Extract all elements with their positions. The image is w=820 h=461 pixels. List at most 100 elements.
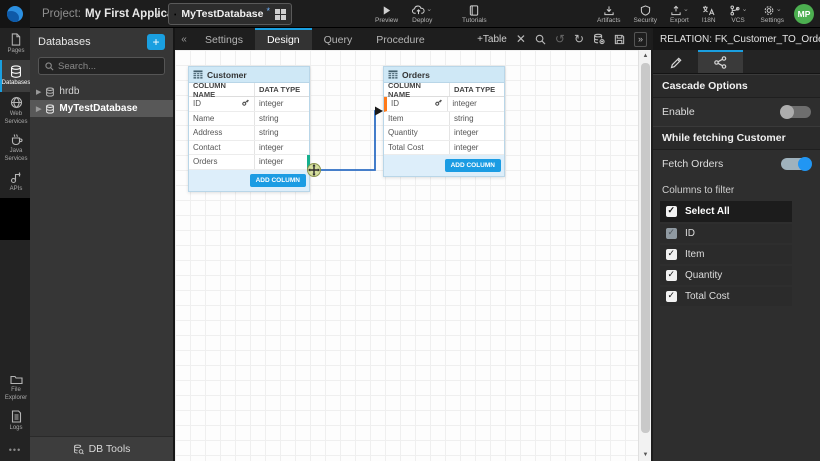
tab-relation-settings[interactable] bbox=[698, 50, 743, 73]
table-row[interactable]: Quantity integer bbox=[384, 126, 504, 141]
scrollbar-thumb[interactable] bbox=[641, 63, 650, 433]
table-row-relation-target[interactable]: ID integer bbox=[384, 97, 504, 112]
table-row[interactable]: Total Cost integer bbox=[384, 141, 504, 156]
tab-settings[interactable]: Settings bbox=[193, 28, 255, 50]
tree-item-mytestdatabase[interactable]: ▶ MyTestDatabase bbox=[30, 100, 173, 117]
sidebar-item-logs[interactable]: Logs bbox=[0, 405, 30, 437]
sidebar-item-java-services[interactable]: Java Services bbox=[0, 129, 30, 166]
sidebar-item-file-explorer[interactable]: File Explorer bbox=[0, 370, 30, 405]
deploy-button[interactable]: ⌄ Deploy bbox=[412, 0, 432, 28]
table-title: Orders bbox=[402, 70, 430, 80]
security-button[interactable]: Security bbox=[634, 0, 657, 28]
checkbox-checked-icon[interactable] bbox=[666, 291, 677, 302]
db-tools-button[interactable]: DB Tools bbox=[30, 436, 173, 461]
table-row[interactable]: Name string bbox=[189, 112, 309, 127]
export-button[interactable]: ⌄ Export bbox=[670, 0, 689, 28]
database-icon bbox=[45, 87, 55, 97]
sidebar-item-apis[interactable]: APIs bbox=[0, 166, 30, 198]
download-tray-icon bbox=[603, 5, 615, 16]
sidebar-item-pages[interactable]: Pages bbox=[0, 28, 30, 60]
checkbox-row-quantity[interactable]: Quantity bbox=[660, 266, 792, 285]
tab-procedure[interactable]: Procedure bbox=[364, 28, 436, 50]
top-bar: Project: My First Application › MyTestDa… bbox=[0, 0, 820, 28]
artifacts-button[interactable]: Artifacts bbox=[597, 0, 620, 28]
db-sync-icon[interactable] bbox=[593, 33, 605, 45]
globe-icon bbox=[10, 96, 23, 109]
add-table-button[interactable]: +Table bbox=[477, 34, 507, 45]
relation-share-icon bbox=[714, 56, 727, 69]
scroll-down-icon[interactable]: ▼ bbox=[639, 449, 651, 461]
table-icon bbox=[388, 70, 398, 79]
caret-down-icon: ⌄ bbox=[776, 5, 782, 13]
app-logo-button[interactable] bbox=[0, 0, 30, 28]
table-row-relation-source[interactable]: Orders integer bbox=[189, 155, 309, 170]
user-avatar[interactable]: MP bbox=[794, 4, 814, 24]
database-search[interactable] bbox=[38, 57, 165, 75]
add-column-button[interactable]: ADD COLUMN bbox=[250, 174, 306, 187]
sidebar-more-button[interactable]: ••• bbox=[0, 437, 30, 461]
sidebar-spacer bbox=[0, 198, 30, 240]
undo-icon[interactable]: ↺ bbox=[555, 33, 565, 45]
tutorials-button[interactable]: Tutorials bbox=[462, 0, 487, 28]
enable-toggle[interactable] bbox=[781, 106, 811, 118]
caret-down-icon: ⌄ bbox=[742, 5, 748, 13]
database-tab-label: MyTestDatabase bbox=[181, 8, 263, 20]
close-icon[interactable]: ✕ bbox=[516, 33, 526, 45]
table-row[interactable]: ID integer bbox=[189, 97, 309, 112]
checkbox-checked-icon[interactable] bbox=[666, 270, 677, 281]
checkbox-checked-icon[interactable] bbox=[666, 206, 677, 217]
tree-caret-icon[interactable]: ▶ bbox=[36, 105, 41, 113]
tree-caret-icon[interactable]: ▶ bbox=[36, 88, 41, 96]
checkbox-row-total-cost[interactable]: Total Cost bbox=[660, 287, 792, 306]
sidebar-item-web-services[interactable]: Web Services bbox=[0, 92, 30, 129]
i18n-button[interactable]: I18N bbox=[702, 0, 716, 28]
relation-panel-title: RELATION: FK_Customer_TO_Orders_O... bbox=[653, 28, 820, 50]
search-input[interactable] bbox=[58, 61, 158, 72]
cascade-options-header: Cascade Options bbox=[653, 74, 820, 98]
tab-query[interactable]: Query bbox=[312, 28, 365, 50]
table-column-headers: COLUMN NAME DATA TYPE bbox=[384, 83, 504, 97]
checkbox-row-item[interactable]: Item bbox=[660, 245, 792, 264]
preview-button[interactable]: Preview bbox=[375, 0, 398, 28]
table-row[interactable]: Item string bbox=[384, 112, 504, 127]
table-customer[interactable]: Customer COLUMN NAME DATA TYPE ID intege… bbox=[188, 66, 310, 192]
api-connector-icon bbox=[10, 171, 22, 184]
canvas-vertical-scrollbar[interactable]: ▲ ▼ bbox=[638, 50, 651, 461]
vcs-button[interactable]: ⌄ VCS bbox=[729, 0, 748, 28]
expand-panel-icon[interactable]: » bbox=[634, 32, 647, 47]
settings-button[interactable]: ⌄ Settings bbox=[761, 0, 785, 28]
design-toolbar: « Settings Design Query Procedure +Table… bbox=[175, 28, 651, 50]
tree-item-hrdb[interactable]: ▶ hrdb bbox=[30, 83, 173, 100]
scroll-up-icon[interactable]: ▲ bbox=[639, 50, 651, 62]
data-type-header: DATA TYPE bbox=[450, 83, 504, 96]
search-icon bbox=[45, 62, 54, 71]
redo-icon[interactable]: ↻ bbox=[574, 33, 584, 45]
zoom-search-icon[interactable] bbox=[535, 34, 546, 45]
add-column-button[interactable]: ADD COLUMN bbox=[445, 159, 501, 172]
enable-label: Enable bbox=[662, 106, 695, 118]
tab-switcher-icon[interactable] bbox=[275, 9, 286, 20]
gear-icon bbox=[763, 5, 775, 16]
fetch-orders-toggle[interactable] bbox=[781, 158, 811, 170]
table-orders[interactable]: Orders COLUMN NAME DATA TYPE ID integer … bbox=[383, 66, 505, 177]
book-icon bbox=[469, 5, 479, 16]
collapse-panel-icon[interactable]: « bbox=[175, 28, 193, 50]
table-title: Customer bbox=[207, 70, 247, 80]
schema-design-canvas[interactable]: Customer COLUMN NAME DATA TYPE ID intege… bbox=[175, 50, 651, 461]
tab-design[interactable]: Design bbox=[255, 28, 312, 50]
databases-panel: Databases + ▶ hrdb ▶ MyTestDatabase DB T… bbox=[30, 28, 175, 461]
play-icon bbox=[381, 5, 392, 16]
translate-icon bbox=[702, 5, 715, 16]
tab-edit-relation[interactable] bbox=[653, 50, 698, 73]
save-icon[interactable] bbox=[614, 34, 625, 45]
checkbox-row-id[interactable]: ID bbox=[660, 224, 792, 243]
checkbox-checked-icon[interactable] bbox=[666, 249, 677, 260]
table-row[interactable]: Contact integer bbox=[189, 141, 309, 156]
sidebar-item-databases[interactable]: Databases bbox=[0, 60, 30, 92]
database-tab[interactable]: MyTestDatabase * bbox=[168, 3, 292, 25]
db-tools-icon bbox=[73, 444, 84, 455]
checkbox-row-select-all[interactable]: Select All bbox=[660, 201, 792, 222]
caret-down-icon: ⌄ bbox=[426, 5, 432, 13]
add-database-button[interactable]: + bbox=[147, 34, 165, 50]
table-row[interactable]: Address string bbox=[189, 126, 309, 141]
